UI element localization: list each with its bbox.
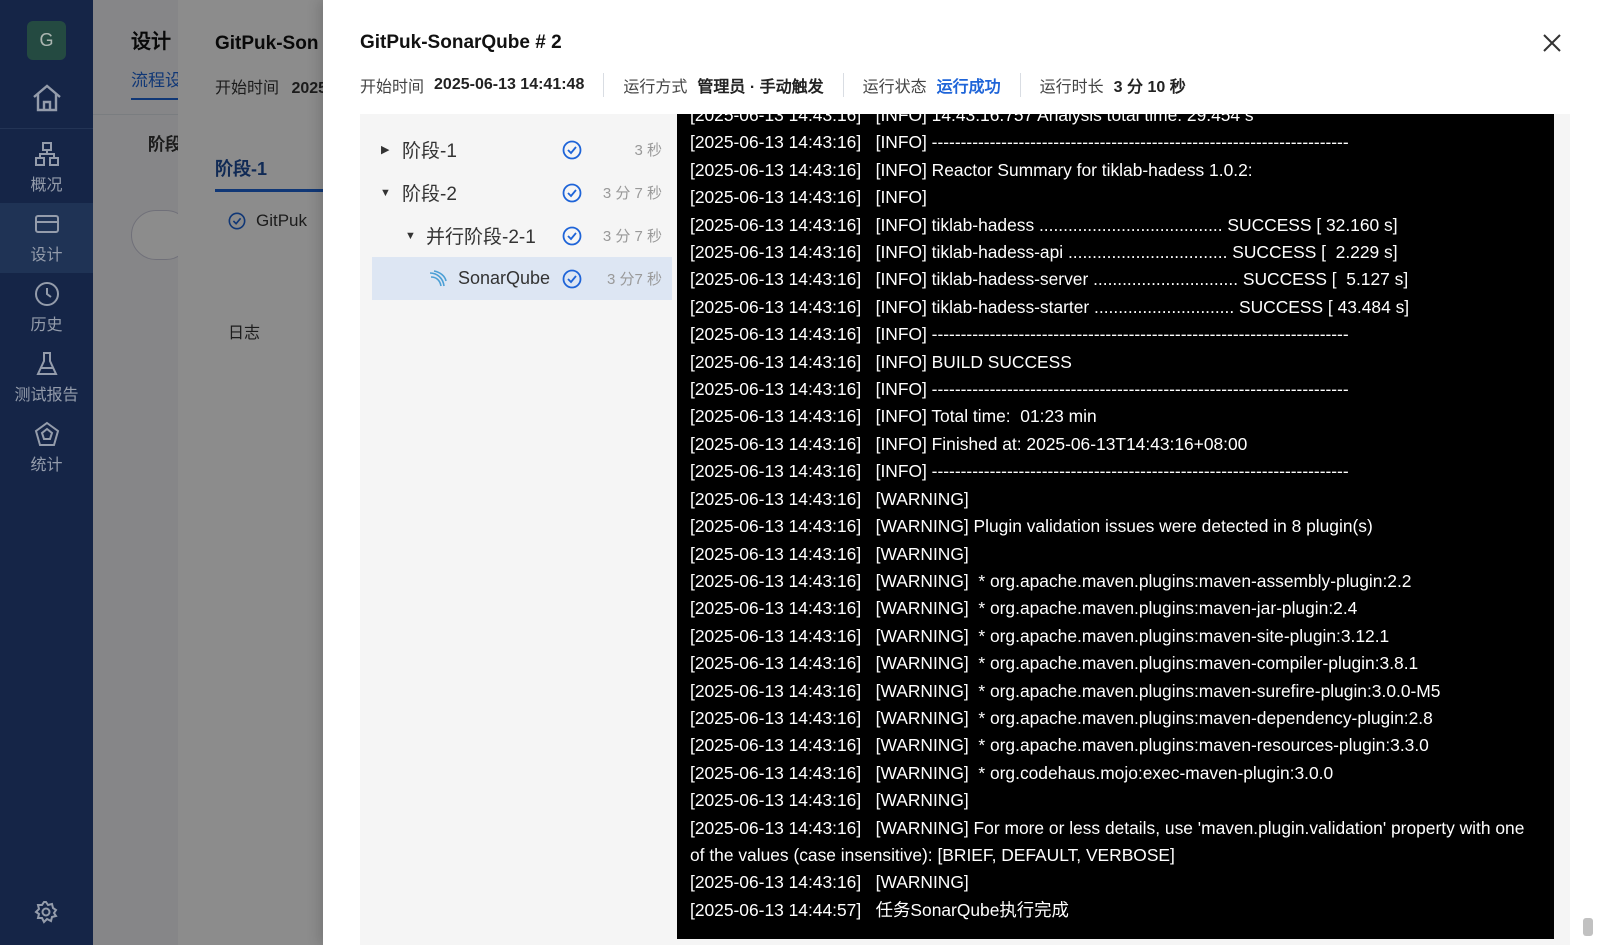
meta-divider xyxy=(603,73,605,97)
log-line: [2025-06-13 14:43:16] [INFO] -----------… xyxy=(690,324,1349,345)
check-circle-icon xyxy=(562,269,582,288)
drawer-overlay-mask[interactable] xyxy=(93,0,323,945)
check-circle-icon xyxy=(562,183,582,202)
meta-divider xyxy=(842,73,844,97)
log-line: [2025-06-13 14:43:16] [WARNING] * org.ap… xyxy=(690,570,1412,591)
log-line: [2025-06-13 14:43:16] [INFO] -----------… xyxy=(690,461,1349,482)
log-line: [2025-06-13 14:43:16] [WARNING] * org.ap… xyxy=(690,735,1429,756)
run-detail-content: ▶ 阶段-1 3 秒 ▼ 阶段-2 3 分 7 秒 ▼ 并行阶段-2-1 3 分… xyxy=(360,114,1570,945)
tree-node-duration: 3 分 7 秒 xyxy=(602,185,662,202)
meta-duration-label: 运行时长 xyxy=(1039,79,1104,96)
log-line: [2025-06-13 14:43:16] [INFO] BUILD SUCCE… xyxy=(690,351,1072,372)
log-line: [2025-06-13 14:43:16] [INFO] tiklab-hade… xyxy=(690,296,1410,317)
tree-node-parallel-stage[interactable]: ▼ 并行阶段-2-1 3 分 7 秒 xyxy=(372,214,672,257)
log-line: [2025-06-13 14:43:16] [INFO] Total time:… xyxy=(690,406,1097,427)
log-line: [2025-06-13 14:43:16] [INFO] tiklab-hade… xyxy=(690,214,1398,235)
tree-node-duration: 3 分7 秒 xyxy=(606,271,662,288)
tree-node-stage-1[interactable]: ▶ 阶段-1 3 秒 xyxy=(372,128,672,171)
caret-down-icon[interactable]: ▼ xyxy=(380,187,391,199)
log-line: [2025-06-13 14:43:16] [INFO] tiklab-hade… xyxy=(690,242,1398,263)
meta-start-label: 开始时间 xyxy=(360,79,425,96)
log-line: [2025-06-13 14:43:16] [INFO] -----------… xyxy=(690,379,1349,400)
log-line: [2025-06-13 14:43:16] [WARNING] xyxy=(690,790,969,811)
meta-status-label: 运行状态 xyxy=(862,79,927,96)
tree-node-duration: 3 分 7 秒 xyxy=(602,228,662,245)
nav-overlay-mask xyxy=(0,0,93,945)
log-line: [2025-06-13 14:43:16] [INFO] Finished at… xyxy=(690,433,1248,454)
check-circle-icon xyxy=(562,140,582,159)
stage-tree: ▶ 阶段-1 3 秒 ▼ 阶段-2 3 分 7 秒 ▼ 并行阶段-2-1 3 分… xyxy=(372,128,672,300)
log-line: [2025-06-13 14:43:16] [WARNING] xyxy=(690,872,969,893)
drawer-title: GitPuk-SonarQube # 2 xyxy=(360,32,562,53)
meta-duration-value: 3 分 10 秒 xyxy=(1113,79,1186,96)
meta-mode-value: 管理员 · 手动触发 xyxy=(697,79,824,96)
tree-node-label: 阶段-2 xyxy=(402,184,457,205)
log-line: [2025-06-13 14:43:16] [WARNING] * org.ap… xyxy=(690,653,1419,674)
log-console[interactable]: [2025-06-13 14:43:16] [INFO] 14:43:16.75… xyxy=(677,114,1554,939)
check-circle-icon xyxy=(562,226,582,245)
log-line: [2025-06-13 14:43:16] [WARNING] * org.ap… xyxy=(690,707,1433,728)
log-line: [2025-06-13 14:43:16] [WARNING] * org.co… xyxy=(690,762,1334,783)
log-line: [2025-06-13 14:43:16] [INFO] 14:43:16.75… xyxy=(690,114,1254,125)
log-line: [2025-06-13 14:43:16] [INFO] xyxy=(690,187,927,208)
close-icon[interactable] xyxy=(1539,30,1565,56)
tree-node-label: SonarQube xyxy=(458,268,551,288)
meta-run-mode: 运行方式 管理员 · 手动触发 xyxy=(623,73,823,97)
log-line: [2025-06-13 14:43:16] [INFO] Reactor Sum… xyxy=(690,159,1253,180)
tree-node-stage-2[interactable]: ▼ 阶段-2 3 分 7 秒 xyxy=(372,171,672,214)
log-line: [2025-06-13 14:43:16] [WARNING] * org.ap… xyxy=(690,625,1390,646)
meta-divider xyxy=(1019,73,1021,97)
meta-start-value: 2025-06-13 14:41:48 xyxy=(434,76,585,93)
tree-node-label: 阶段-1 xyxy=(402,141,457,162)
log-line: [2025-06-13 14:43:16] [INFO] -----------… xyxy=(690,132,1349,153)
caret-down-icon[interactable]: ▼ xyxy=(405,230,416,242)
log-line: [2025-06-13 14:43:16] [WARNING] xyxy=(690,488,969,509)
log-line: [2025-06-13 14:43:16] [INFO] tiklab-hade… xyxy=(690,269,1409,290)
log-line: [2025-06-13 14:44:57] 任务SonarQube执行完成 xyxy=(690,899,1069,920)
log-line: [2025-06-13 14:43:16] [WARNING] * org.ap… xyxy=(690,680,1441,701)
meta-run-status: 运行状态 运行成功 xyxy=(863,73,1001,97)
meta-run-duration: 运行时长 3 分 10 秒 xyxy=(1040,73,1186,97)
meta-mode-label: 运行方式 xyxy=(623,79,688,96)
tree-node-label: 并行阶段-2-1 xyxy=(426,227,536,248)
log-line: [2025-06-13 14:43:16] [WARNING] For more… xyxy=(690,817,1530,865)
caret-right-icon[interactable]: ▶ xyxy=(381,143,389,156)
tree-node-sonarqube[interactable]: SonarQube 3 分7 秒 xyxy=(372,257,672,300)
meta-start-time: 开始时间 2025-06-13 14:41:48 xyxy=(360,73,584,97)
log-line: [2025-06-13 14:43:16] [WARNING] xyxy=(690,543,969,564)
run-detail-drawer: GitPuk-SonarQube # 2 开始时间 2025-06-13 14:… xyxy=(323,0,1611,945)
log-line: [2025-06-13 14:43:16] [WARNING] * org.ap… xyxy=(690,598,1358,619)
scrollbar-thumb[interactable] xyxy=(1583,918,1593,936)
sonarqube-icon xyxy=(429,269,447,286)
run-meta-bar: 开始时间 2025-06-13 14:41:48 运行方式 管理员 · 手动触发… xyxy=(360,72,1186,98)
log-line: [2025-06-13 14:43:16] [WARNING] Plugin v… xyxy=(690,516,1373,537)
tree-node-duration: 3 秒 xyxy=(634,142,662,159)
status-badge: 运行成功 xyxy=(936,79,1001,96)
